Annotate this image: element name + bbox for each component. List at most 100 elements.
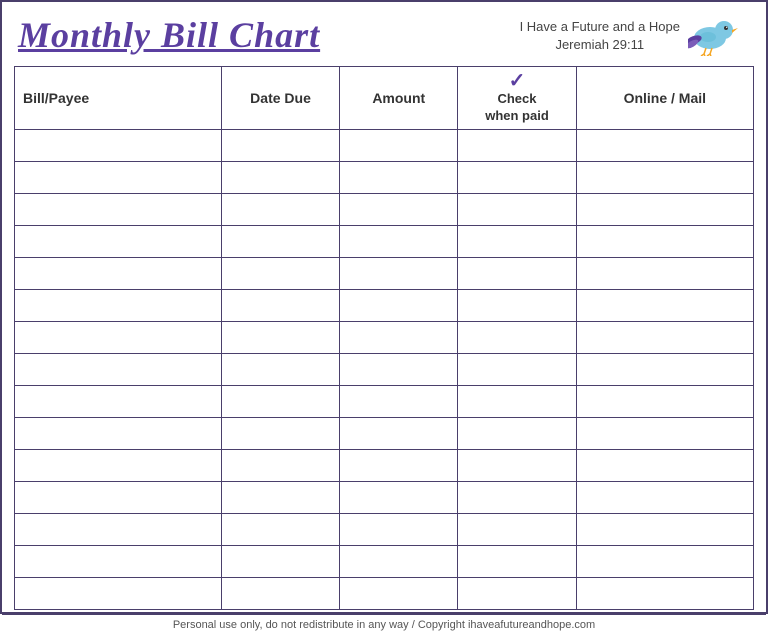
table-cell [221,225,339,257]
subtitle-line2: Jeremiah 29:11 [520,36,680,54]
check-symbol: ✓ [509,71,526,91]
table-cell [15,257,222,289]
table-cell [340,353,458,385]
table-cell [458,385,576,417]
table-cell [576,545,753,577]
bill-chart-table: Bill/Payee Date Due Amount ✓ Checkwhen p… [14,66,754,610]
bird-decoration [688,12,740,61]
page: Monthly Bill Chart I Have a Future and a… [0,0,768,614]
table-cell [576,449,753,481]
table-cell [576,417,753,449]
table-cell [458,417,576,449]
table-cell [576,385,753,417]
table-cell [340,449,458,481]
table-cell [340,129,458,161]
table-cell [15,321,222,353]
table-cell [458,321,576,353]
header-right: I Have a Future and a Hope Jeremiah 29:1… [520,12,740,61]
check-text: Checkwhen paid [485,91,549,125]
table-cell [340,321,458,353]
table-row [15,545,754,577]
col-header-amount: Amount [340,67,458,130]
table-cell [458,129,576,161]
table-cell [15,577,222,609]
table-cell [221,193,339,225]
table-cell [221,257,339,289]
table-cell [15,225,222,257]
table-cell [340,417,458,449]
table-row [15,385,754,417]
table-row [15,481,754,513]
table-row [15,193,754,225]
footer: Personal use only, do not redistribute i… [2,614,766,635]
table-cell [340,289,458,321]
table-cell [15,449,222,481]
table-cell [458,353,576,385]
table-cell [576,353,753,385]
table-cell [576,129,753,161]
table-cell [221,385,339,417]
table-wrapper: Bill/Payee Date Due Amount ✓ Checkwhen p… [2,66,766,614]
table-cell [15,129,222,161]
table-cell [340,513,458,545]
table-row [15,577,754,609]
table-cell [340,481,458,513]
table-cell [340,193,458,225]
table-cell [221,353,339,385]
table-cell [221,417,339,449]
table-cell [458,481,576,513]
table-cell [458,289,576,321]
table-cell [221,513,339,545]
table-cell [15,385,222,417]
header: Monthly Bill Chart I Have a Future and a… [2,2,766,66]
footer-text: Personal use only, do not redistribute i… [173,619,595,631]
table-cell [221,449,339,481]
col-header-online: Online / Mail [576,67,753,130]
table-cell [15,353,222,385]
table-cell [458,577,576,609]
table-cell [576,289,753,321]
subtitle-line1: I Have a Future and a Hope [520,18,680,36]
table-cell [221,161,339,193]
table-row [15,353,754,385]
table-row [15,417,754,449]
table-cell [458,449,576,481]
table-cell [576,481,753,513]
table-cell [576,193,753,225]
table-cell [221,545,339,577]
table-cell [15,289,222,321]
page-title: Monthly Bill Chart [18,16,320,56]
table-cell [221,321,339,353]
table-row [15,449,754,481]
table-cell [340,161,458,193]
table-cell [15,513,222,545]
table-cell [576,577,753,609]
table-cell [458,225,576,257]
table-cell [458,513,576,545]
table-cell [15,481,222,513]
table-row [15,129,754,161]
col-header-date: Date Due [221,67,339,130]
table-header-row: Bill/Payee Date Due Amount ✓ Checkwhen p… [15,67,754,130]
table-cell [340,225,458,257]
title-area: Monthly Bill Chart [18,16,320,56]
table-cell [221,577,339,609]
col-header-bill: Bill/Payee [15,67,222,130]
table-cell [458,545,576,577]
table-cell [221,129,339,161]
table-row [15,513,754,545]
table-cell [15,193,222,225]
table-cell [221,481,339,513]
table-cell [458,161,576,193]
table-cell [340,545,458,577]
table-cell [458,193,576,225]
table-cell [15,417,222,449]
table-cell [576,225,753,257]
table-cell [576,257,753,289]
table-cell [15,545,222,577]
table-cell [576,321,753,353]
table-cell [15,161,222,193]
table-cell [340,385,458,417]
table-row [15,225,754,257]
table-row [15,257,754,289]
